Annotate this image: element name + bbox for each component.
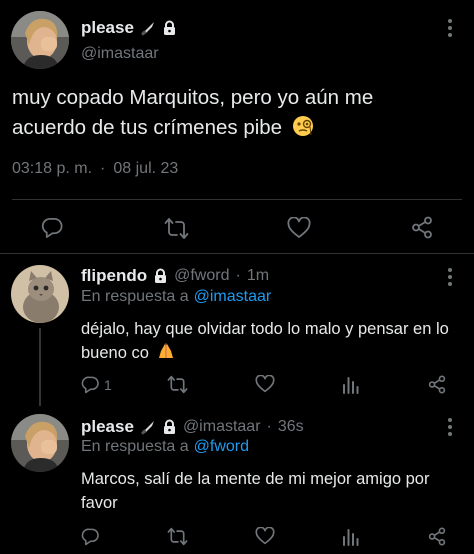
reply-prefix: En respuesta a [81, 288, 189, 305]
handle[interactable]: @imastaar [183, 418, 261, 436]
more-options-icon[interactable] [446, 266, 454, 288]
like-icon[interactable] [287, 217, 311, 239]
retweet-icon[interactable] [164, 217, 189, 240]
tweet-text-container: déjalo, hay que olvidar todo lo malo y p… [81, 317, 466, 365]
avatar-photo [11, 11, 69, 69]
more-options-icon[interactable] [446, 416, 454, 438]
share-icon[interactable] [411, 216, 433, 239]
handle[interactable]: @imastaar [81, 45, 159, 63]
share-icon[interactable] [428, 375, 446, 394]
reply-prefix: En respuesta a [81, 438, 189, 455]
display-name[interactable]: please [81, 18, 134, 38]
lock-icon [153, 268, 168, 284]
avatar[interactable] [11, 414, 69, 472]
knife-icon [140, 20, 156, 36]
avatar-photo [11, 414, 69, 472]
display-name[interactable]: please [81, 417, 134, 437]
time: 03:18 p. m. [12, 160, 93, 177]
time-ago[interactable]: 36s [278, 418, 304, 436]
tweet-text-container: muy copado Marquitos, pero yo aún me acu… [12, 83, 452, 143]
reply-icon[interactable] [81, 527, 100, 546]
tweet-text: Marcos, salí de la mente de mi mejor ami… [81, 470, 430, 512]
handle[interactable]: @fword [174, 267, 229, 285]
folded-hands-icon [157, 342, 175, 360]
lock-icon [162, 20, 177, 36]
tweet-text: déjalo, hay que olvidar todo lo malo y p… [81, 320, 449, 362]
analytics-icon[interactable] [342, 527, 359, 546]
separator: · [100, 160, 106, 177]
reply-to-link[interactable]: @fword [194, 438, 249, 456]
like-icon[interactable] [255, 375, 275, 393]
reply-context: En respuesta a @fword [81, 438, 249, 456]
date: 08 jul. 23 [113, 160, 179, 177]
lock-icon [162, 419, 177, 435]
divider [0, 253, 474, 254]
retweet-icon[interactable] [167, 375, 188, 394]
like-icon[interactable] [255, 527, 275, 545]
monocle-face-icon [292, 115, 314, 137]
reply-to-link[interactable]: @imastaar [194, 288, 272, 306]
divider [12, 199, 462, 200]
analytics-icon[interactable] [342, 375, 359, 394]
avatar[interactable] [11, 11, 69, 69]
knife-icon [140, 419, 156, 435]
reply-context: En respuesta a @imastaar [81, 288, 271, 306]
separator: · [266, 418, 272, 435]
reply-icon[interactable]: 1 [81, 375, 112, 394]
thread-line [39, 328, 41, 406]
more-options-icon[interactable] [446, 17, 454, 39]
time-ago[interactable]: 1m [247, 267, 269, 285]
avatar[interactable] [11, 265, 69, 323]
timestamp[interactable]: 03:18 p. m. · 08 jul. 23 [12, 160, 178, 178]
separator: · [235, 267, 241, 284]
reply-icon[interactable] [41, 216, 64, 239]
share-icon[interactable] [428, 527, 446, 546]
retweet-icon[interactable] [167, 527, 188, 546]
tweet-text: muy copado Marquitos, pero yo aún me acu… [12, 86, 374, 139]
reply-count: 1 [104, 376, 112, 393]
display-name[interactable]: flipendo [81, 266, 147, 286]
avatar-photo [11, 265, 69, 323]
